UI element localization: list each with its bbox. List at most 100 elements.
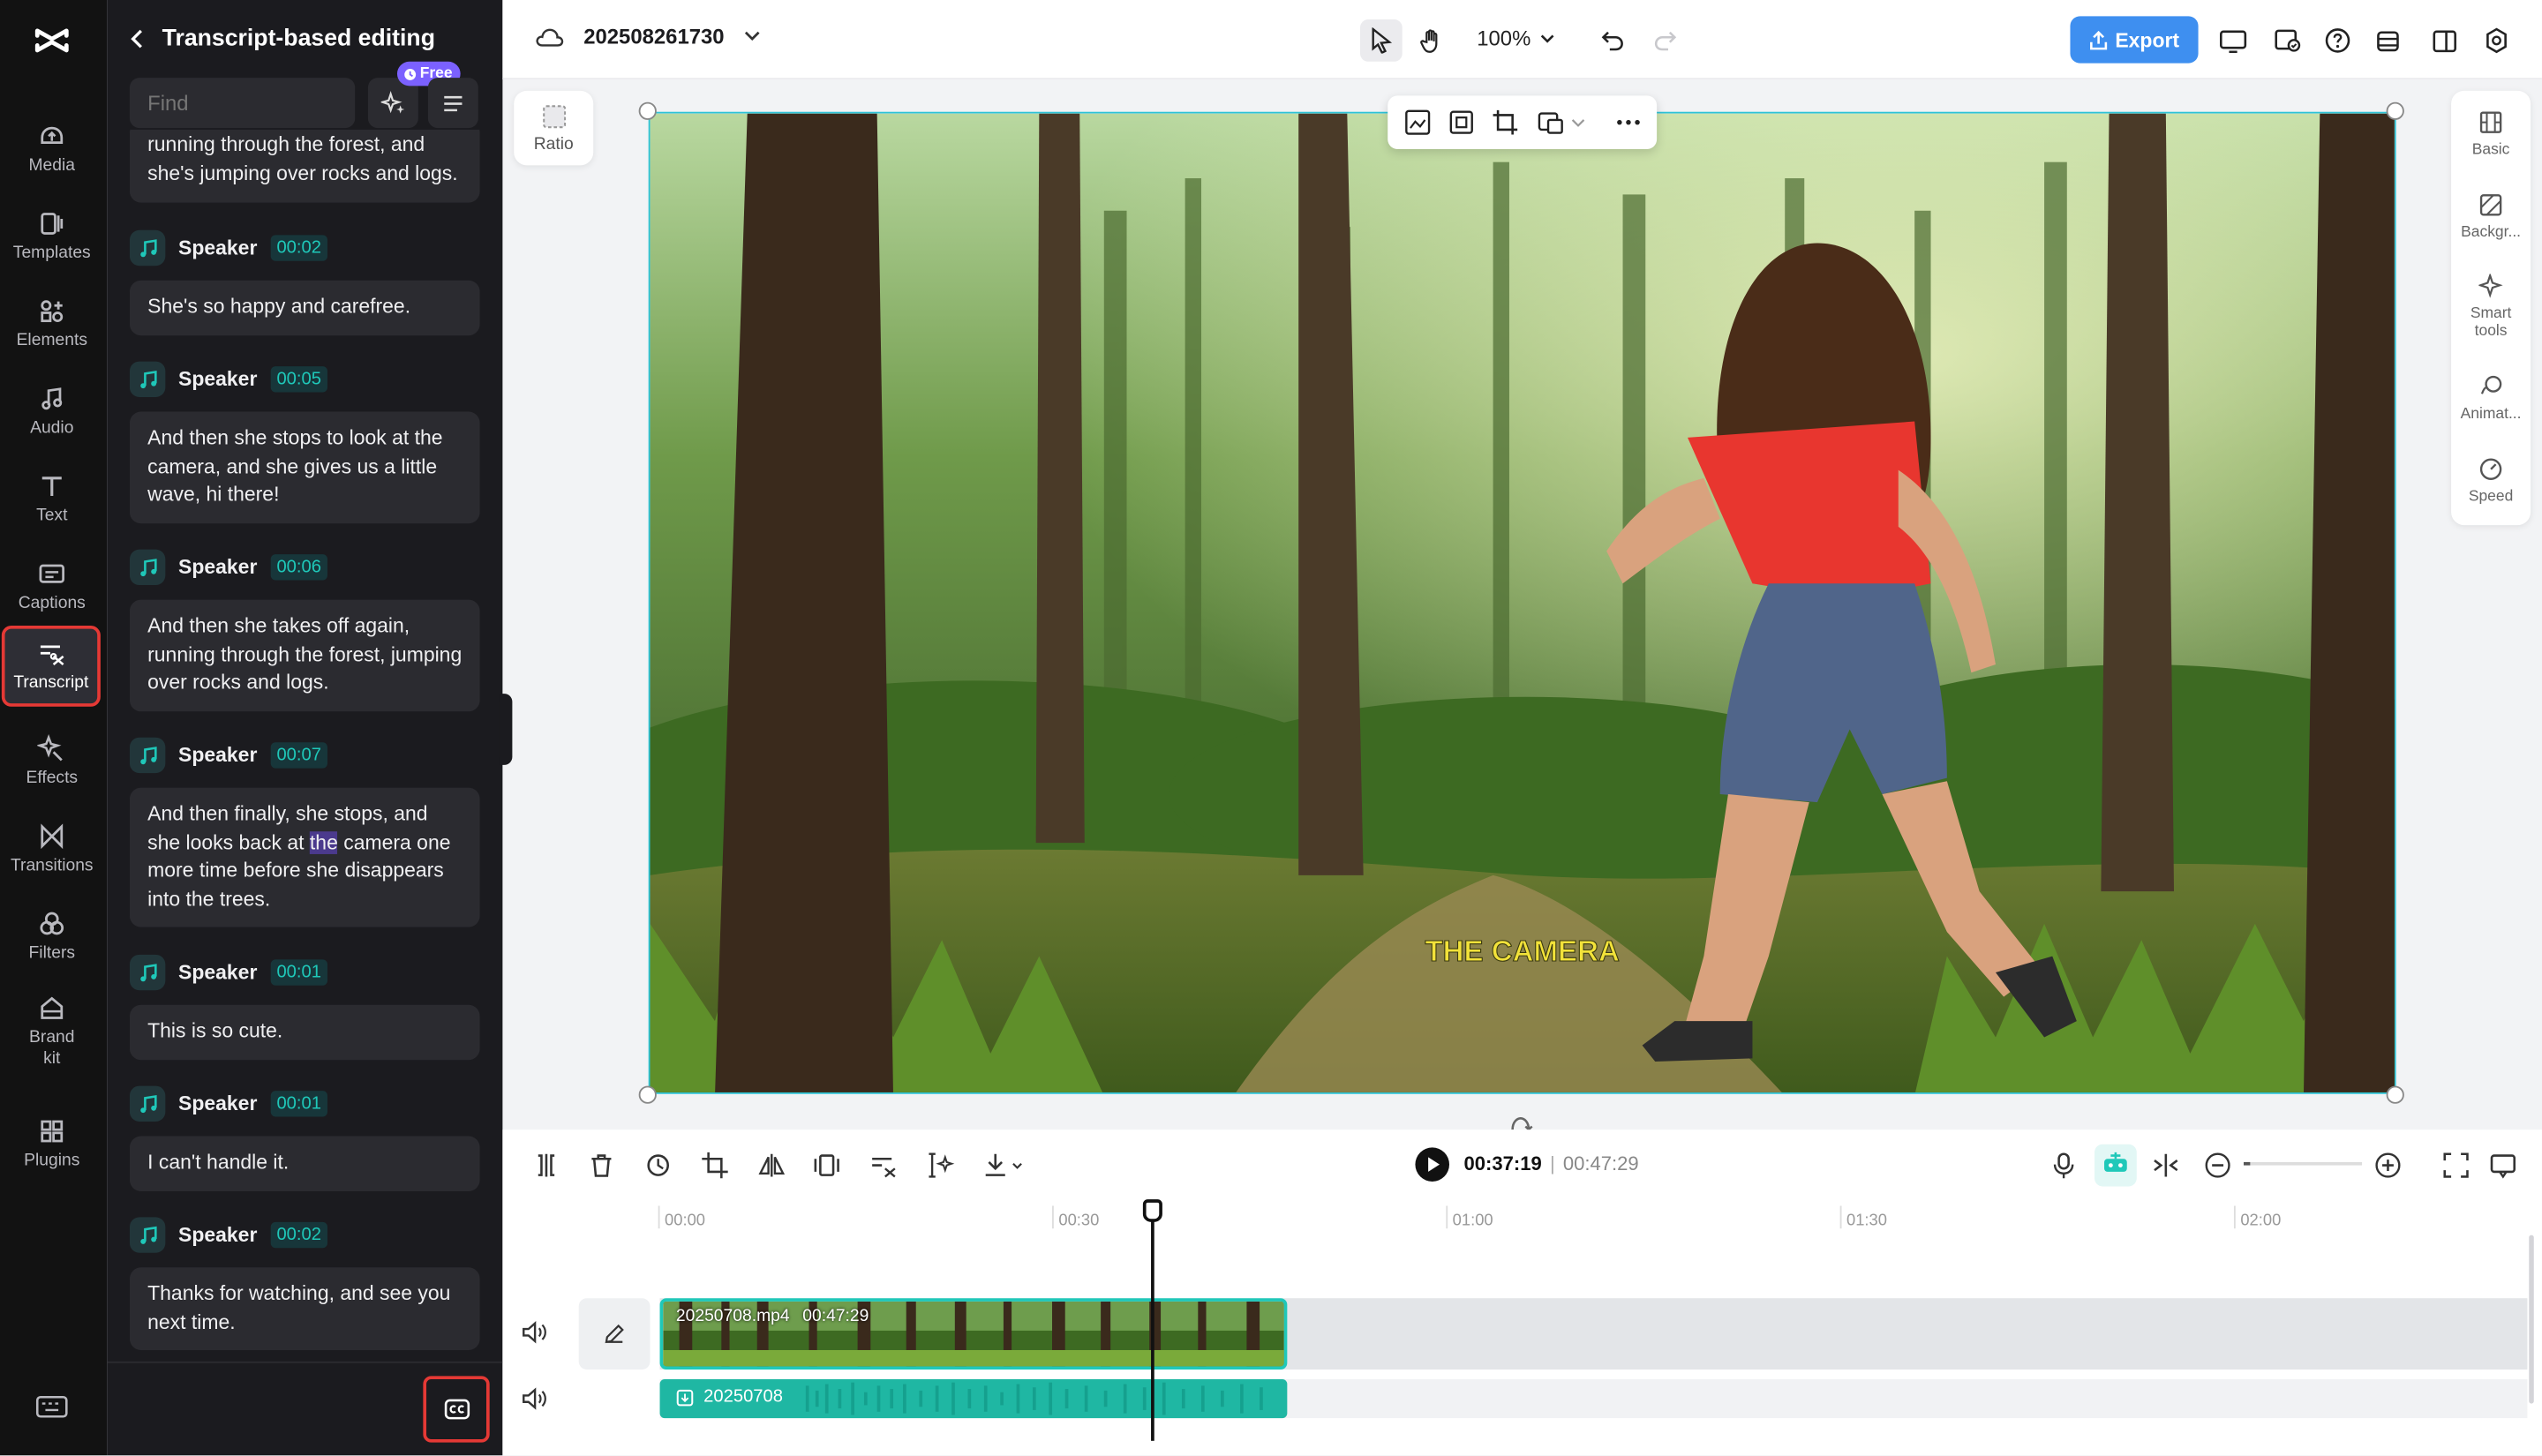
- segment-text[interactable]: And then she stops to look at the camera…: [129, 411, 480, 523]
- segment-text[interactable]: And then finally, she stops, and she loo…: [129, 787, 480, 927]
- speaker-name[interactable]: Speaker: [178, 744, 257, 767]
- resize-handle-top-left[interactable]: [638, 101, 657, 120]
- speaker-name[interactable]: Speaker: [178, 961, 257, 984]
- resize-handle-bottom-right[interactable]: [2386, 1085, 2404, 1104]
- segment-timestamp[interactable]: 00:07: [270, 742, 328, 769]
- undo-button[interactable]: [1591, 19, 1633, 62]
- speaker-name[interactable]: Speaker: [178, 1224, 257, 1247]
- feedback-icon[interactable]: [2488, 1151, 2517, 1180]
- nav-item-effects[interactable]: Effects: [4, 719, 101, 804]
- video-preview-canvas[interactable]: THE CAMERA: [648, 111, 2396, 1094]
- nav-item-audio[interactable]: Audio: [4, 370, 101, 454]
- segment-timestamp[interactable]: 00:06: [270, 554, 328, 581]
- replace-image-icon[interactable]: [1404, 109, 1432, 136]
- layout-toggle-button[interactable]: [2424, 19, 2466, 62]
- video-track-volume-icon[interactable]: [522, 1321, 547, 1344]
- nav-item-brand-kit[interactable]: Brand kit: [4, 982, 101, 1079]
- speaker-name[interactable]: Speaker: [178, 1092, 257, 1115]
- nav-item-transcript[interactable]: Transcript: [1, 625, 101, 707]
- audio-track-volume-icon[interactable]: [522, 1387, 547, 1410]
- zoom-selector[interactable]: 100%: [1477, 26, 1555, 50]
- video-clip[interactable]: 20250708.mp4 00:47:29: [659, 1298, 1288, 1370]
- loop-icon[interactable]: [643, 1151, 673, 1180]
- more-options-icon[interactable]: [1614, 109, 1642, 136]
- delete-icon[interactable]: [587, 1151, 616, 1180]
- freeze-frame-icon[interactable]: [812, 1151, 841, 1180]
- flip-icon[interactable]: [757, 1151, 786, 1180]
- storage-button[interactable]: [2367, 19, 2410, 62]
- audio-clip[interactable]: 20250708: [659, 1379, 1288, 1419]
- zoom-in-icon[interactable]: [2373, 1151, 2403, 1180]
- nav-item-plugins[interactable]: Plugins: [4, 1102, 101, 1187]
- project-selector[interactable]: 202508261730: [535, 25, 760, 49]
- segment-text[interactable]: Thanks for watching, and see you next ti…: [129, 1267, 480, 1350]
- resize-handle-top-right[interactable]: [2386, 101, 2404, 120]
- redo-button[interactable]: [1643, 19, 1686, 62]
- nav-item-templates[interactable]: Templates: [4, 194, 101, 279]
- segment-text[interactable]: She's so happy and carefree.: [129, 280, 480, 335]
- sparkle-icon: [380, 90, 404, 113]
- mask-icon[interactable]: [1537, 109, 1564, 136]
- back-chevron-icon[interactable]: [126, 27, 149, 50]
- smart-cut-icon[interactable]: [926, 1151, 955, 1180]
- help-button[interactable]: [2317, 19, 2359, 62]
- segment-text[interactable]: I can't handle it.: [129, 1136, 480, 1191]
- fullscreen-icon[interactable]: [2441, 1151, 2471, 1180]
- timeline-zoom-slider[interactable]: [2243, 1161, 2363, 1166]
- playhead[interactable]: [1151, 1200, 1154, 1441]
- segment-timestamp[interactable]: 00:01: [270, 1091, 328, 1117]
- prop-speed[interactable]: Speed: [2451, 457, 2531, 507]
- playhead-handle[interactable]: [1142, 1199, 1162, 1222]
- speaker-name[interactable]: Speaker: [178, 556, 257, 579]
- present-button[interactable]: [2211, 19, 2253, 62]
- zoom-out-icon[interactable]: [2203, 1151, 2232, 1180]
- microphone-icon[interactable]: [2049, 1151, 2079, 1180]
- crop-icon[interactable]: [700, 1151, 729, 1180]
- track-edit-button[interactable]: [578, 1298, 651, 1370]
- captions-toggle-button[interactable]: [423, 1376, 490, 1443]
- keyboard-shortcuts-icon[interactable]: [35, 1394, 68, 1420]
- chevron-down-icon[interactable]: [1571, 109, 1586, 136]
- prop-background[interactable]: Backgr...: [2451, 193, 2531, 244]
- nav-item-media[interactable]: Media: [4, 107, 101, 191]
- help-icon: [2325, 28, 2350, 53]
- select-tool-button[interactable]: [1359, 19, 1403, 62]
- segment-timestamp[interactable]: 00:02: [270, 235, 328, 261]
- nav-item-captions[interactable]: Captions: [4, 544, 101, 629]
- highlighted-word[interactable]: the: [309, 830, 338, 854]
- magnet-toggle-button[interactable]: [2095, 1144, 2137, 1187]
- segment-text[interactable]: And then she takes off again, running th…: [129, 599, 480, 711]
- segment-timestamp[interactable]: 00:02: [270, 1221, 328, 1249]
- capcut-logo-icon[interactable]: [33, 21, 71, 60]
- speaker-name[interactable]: Speaker: [178, 368, 257, 391]
- download-dropdown-icon[interactable]: [981, 1151, 1023, 1180]
- split-icon[interactable]: [531, 1151, 560, 1180]
- ratio-button[interactable]: Ratio: [514, 90, 594, 166]
- remove-background-icon[interactable]: [1448, 109, 1475, 136]
- timeline-scrollbar[interactable]: [2529, 1235, 2534, 1404]
- nav-item-text[interactable]: Text: [4, 457, 101, 542]
- prop-basic[interactable]: Basic: [2451, 110, 2531, 161]
- transcript-edit-icon[interactable]: [869, 1151, 898, 1180]
- split-view-icon[interactable]: [2151, 1151, 2180, 1180]
- publish-button[interactable]: [2267, 19, 2309, 62]
- nav-item-transitions[interactable]: Transitions: [4, 807, 101, 892]
- speaker-name[interactable]: Speaker: [178, 236, 257, 259]
- prop-animation[interactable]: Animat...: [2451, 374, 2531, 424]
- segment-text[interactable]: This is so cute.: [129, 1004, 480, 1060]
- nav-item-filters[interactable]: Filters: [4, 895, 101, 979]
- settings-button[interactable]: [2476, 19, 2518, 62]
- segment-timestamp[interactable]: 00:01: [270, 959, 328, 986]
- transcript-options-button[interactable]: [427, 78, 478, 129]
- resize-handle-bottom-left[interactable]: [638, 1085, 657, 1104]
- segment-timestamp[interactable]: 00:05: [270, 366, 328, 393]
- panel-collapse-handle[interactable]: [499, 694, 513, 765]
- nav-item-elements[interactable]: Elements: [4, 282, 101, 367]
- segment-text[interactable]: running through the forest, and she's ju…: [129, 129, 480, 203]
- export-button[interactable]: Export: [2070, 16, 2199, 64]
- hand-tool-button[interactable]: [1410, 19, 1453, 62]
- crop-icon[interactable]: [1492, 109, 1519, 136]
- prop-smart-tools[interactable]: Smart tools: [2451, 274, 2531, 341]
- find-input[interactable]: [129, 78, 356, 129]
- play-button[interactable]: [1415, 1147, 1450, 1182]
